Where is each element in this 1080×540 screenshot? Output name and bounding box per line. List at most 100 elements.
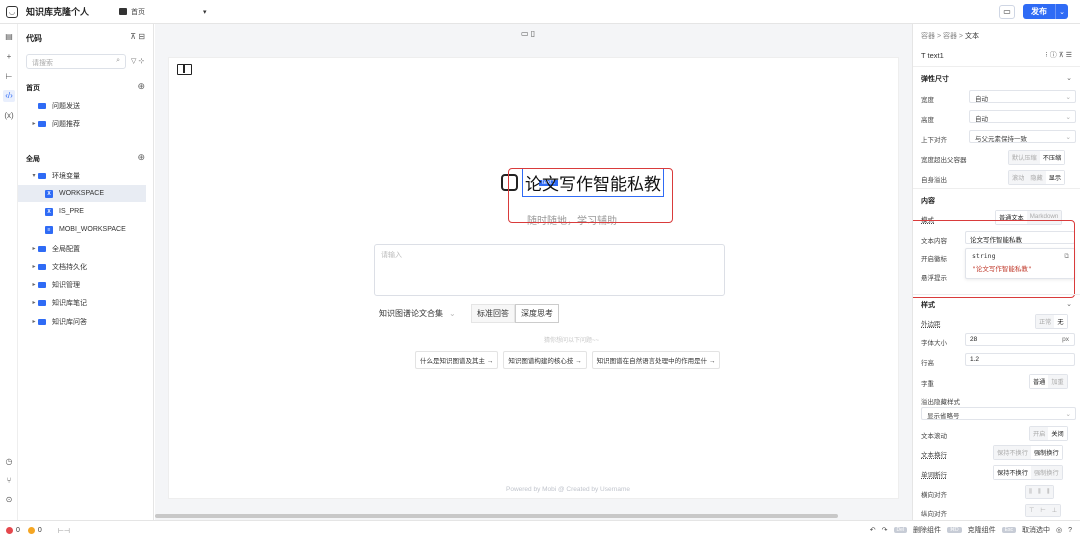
tree-item[interactable]: ▾ 环境变量 [18,167,146,184]
standard-answer-button[interactable]: 标准回答 [471,304,515,323]
deep-think-button[interactable]: 深度思考 [515,304,559,323]
segment-option[interactable]: 默认压缩 [1009,151,1040,164]
tree-item[interactable]: 问题发送 [18,97,146,114]
suggestion-chip[interactable]: 什么是知识图谱及其主 → [415,351,499,369]
layout-icon[interactable]: ⊢⊣ [58,527,70,535]
font-size-input[interactable]: 28 px [965,333,1075,346]
segment-option-active[interactable]: 保持不换行 [994,466,1031,479]
breadcrumb-item[interactable]: 容器 [943,33,957,40]
preview-button[interactable]: ▭ [999,4,1015,19]
page-preview[interactable]: text1 论文写作智能私教 随时随地，学习辅助 请输入 知识图谱论文合集 ⌄ 标… [168,57,899,499]
segment-option-active[interactable]: 无 [1054,315,1067,328]
chevron-down-icon[interactable]: ⌄ [1066,300,1072,308]
chevron-down-icon[interactable]: ⌄ [1066,74,1072,82]
device-toggle-icon[interactable]: ▭ ▯ [521,29,535,38]
chevron-right-icon[interactable]: ▸ [30,245,38,252]
top-bar: ◡ 知识库克隆个人 首页 ▾ ▭ 发布 ⌄ [0,0,1080,24]
component-actions-icon[interactable]: ⁝ ⓘ ⊼ ☰ [1046,50,1072,60]
knowledge-base-select[interactable]: 知识图谱论文合集 ⌄ [379,308,456,319]
chevron-right-icon[interactable]: ▸ [30,281,38,288]
valign-toggle[interactable]: ⊤ ⊢ ⊥ [1025,504,1062,517]
segment-option[interactable]: 滚动 [1009,171,1028,184]
chat-input[interactable]: 请输入 [374,244,725,296]
variable-icon[interactable]: (x) [3,110,15,122]
error-count[interactable]: 0 [6,527,20,534]
settings-icon[interactable]: ⊙ [3,494,15,506]
tree-icon[interactable]: ⊢ [3,71,15,83]
line-height-input[interactable]: 1.2 [965,353,1075,366]
tree-item-selected[interactable]: X WORKSPACE [18,185,146,202]
app-title: 知识库克隆个人 [26,7,90,17]
design-canvas[interactable]: ▭ ▯ text1 论文写作智能私教 随时随地，学习辅助 请输入 知识图谱论文合… [155,24,912,520]
overflow-parent-toggle[interactable]: 默认压缩 不压缩 [1008,150,1066,165]
align-top-icon[interactable]: ⊤ [1026,505,1038,516]
add-icon[interactable]: + [3,51,15,63]
panel-actions-icon[interactable]: ⊼ ⊟ [130,32,145,41]
tree-item[interactable]: X IS_PRE [18,203,146,220]
history-icon[interactable]: ◷ [3,456,15,468]
chevron-right-icon[interactable]: ▸ [30,318,38,325]
word-break-toggle[interactable]: 保持不换行 强制换行 [993,465,1063,480]
segment-option[interactable]: 强制换行 [1030,466,1062,479]
align-left-icon[interactable]: ⫼ [1026,486,1035,498]
undo-icon[interactable]: ↶ [870,526,876,534]
segment-option-active[interactable]: 关闭 [1048,427,1067,440]
valign-select[interactable]: 与父元素保持一致 ⌄ [969,130,1076,143]
segment-option-active[interactable]: 显示 [1045,171,1065,184]
tree-item[interactable]: ▸ 知识库笔记 [18,294,146,311]
horizontal-scrollbar[interactable] [155,514,838,518]
weight-toggle[interactable]: 普通 加重 [1029,374,1068,389]
segment-option[interactable]: 开启 [1030,427,1049,440]
chevron-down-icon[interactable]: ▾ [30,172,38,179]
page-dropdown-icon[interactable]: ▾ [203,8,207,16]
tree-item[interactable]: ▸ 问题推荐 [18,115,146,132]
align-middle-icon[interactable]: ⊢ [1037,505,1049,516]
self-overflow-toggle[interactable]: 滚动 隐藏 显示 [1008,170,1066,185]
filter-icon[interactable]: ▽ ⊹ [131,57,144,65]
add-global-item-icon[interactable]: ⊕ [137,152,145,163]
halign-toggle[interactable]: ⫼ ⫼ ⫼ [1025,485,1054,499]
book-icon[interactable] [177,64,192,75]
page-icon[interactable]: ▤ [3,31,15,43]
search-input[interactable]: 请搜索 ⌕ [26,54,126,69]
suggestion-chip[interactable]: 知识图谱构建的核心技 → [503,351,587,369]
align-center-icon[interactable]: ⫼ [1034,486,1044,498]
wrap-toggle[interactable]: 保持不换行 强制换行 [993,445,1063,460]
segment-option[interactable]: 隐藏 [1027,171,1046,184]
segment-option[interactable]: 正常 [1036,315,1055,328]
component-name[interactable]: T text1 [921,51,944,60]
width-select[interactable]: 自动 ⌄ [969,90,1076,103]
code-icon[interactable]: ‹/› [3,90,15,102]
tree-item[interactable]: ≡ MOBI_WORKSPACE [18,221,146,238]
tree-item[interactable]: ▸ 知识管理 [18,276,146,293]
tree-item[interactable]: ▸ 全局配置 [18,240,146,257]
scroll-toggle[interactable]: 开启 关闭 [1029,426,1068,441]
publish-dropdown-icon[interactable]: ⌄ [1055,4,1068,19]
breadcrumb-item[interactable]: 容器 [921,33,935,40]
chevron-right-icon[interactable]: ▸ [30,120,38,127]
segment-option[interactable]: 加重 [1048,375,1067,388]
warning-count[interactable]: 0 [27,527,42,534]
suggestion-chip[interactable]: 知识图谱在自然语言处理中的作用是什 → [591,351,721,369]
segment-option-active[interactable]: 普通 [1030,375,1049,388]
align-right-icon[interactable]: ⫼ [1043,486,1053,498]
feedback-icon[interactable]: ◎ [1056,526,1062,534]
height-select[interactable]: 自动 ⌄ [969,110,1076,123]
help-icon[interactable]: ? [1068,527,1072,534]
segment-option-active[interactable]: 强制换行 [1030,446,1062,459]
branch-icon[interactable]: ⑂ [3,475,15,487]
tree-item[interactable]: ▸ 文档持久化 [18,258,146,275]
align-bottom-icon[interactable]: ⊥ [1048,505,1061,516]
chevron-right-icon[interactable]: ▸ [30,263,38,270]
publish-button[interactable]: 发布 [1023,4,1055,19]
clone-component-hint: 克隆组件 [967,527,996,534]
margin-toggle[interactable]: 正常 无 [1035,314,1068,329]
add-home-item-icon[interactable]: ⊕ [137,81,145,92]
chevron-right-icon[interactable]: ▸ [30,299,38,306]
segment-option[interactable]: 保持不换行 [994,446,1031,459]
segment-option-active[interactable]: 不压缩 [1039,151,1065,164]
ellipsis-select[interactable]: 显示省略号 ⌄ [921,407,1076,420]
redo-icon[interactable]: ↷ [882,526,888,534]
page-selector[interactable]: 首页 [119,7,145,17]
tree-item[interactable]: ▸ 知识库问答 [18,313,146,330]
